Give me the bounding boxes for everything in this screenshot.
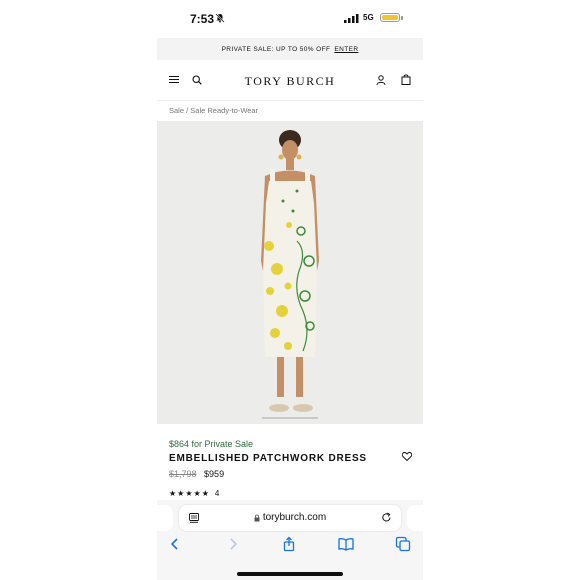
site-header: TORY BURCH	[157, 60, 423, 101]
account-icon[interactable]	[376, 75, 386, 85]
signal-icon	[344, 14, 359, 23]
promo-text: PRIVATE SALE: UP TO 50% OFF	[221, 45, 331, 53]
previous-tab-peek[interactable]	[157, 505, 173, 531]
rating-count: 4	[214, 489, 220, 498]
promo-enter-link[interactable]: ENTER	[334, 46, 358, 53]
breadcrumb-sale[interactable]: Sale	[169, 106, 184, 115]
product-info: $864 for Private Sale EMBELLISHED PATCHW…	[157, 424, 423, 504]
sale-price: $959	[204, 469, 225, 479]
reload-icon[interactable]	[381, 512, 392, 523]
bag-icon[interactable]	[401, 74, 411, 85]
private-sale-price: $864 for Private Sale	[169, 439, 254, 449]
url-container: toryburch.com	[179, 512, 401, 523]
breadcrumb-sale-ready-to-wear[interactable]: Sale Ready-to-Wear	[190, 106, 258, 115]
original-price: $1,798	[169, 469, 197, 479]
lock-icon	[254, 514, 260, 521]
back-icon[interactable]	[167, 536, 183, 552]
share-icon[interactable]	[281, 536, 297, 552]
next-tab-peek[interactable]	[407, 505, 423, 531]
status-bar: 7:53 5G	[157, 0, 423, 38]
price-row: $1,798 $959	[169, 469, 224, 479]
product-name: EMBELLISHED PATCHWORK DRESS	[169, 453, 367, 464]
status-time: 7:53	[190, 12, 215, 26]
url-text[interactable]: toryburch.com	[263, 512, 326, 523]
rating-row[interactable]: ★★★★★ 4	[169, 489, 219, 498]
bell-off-icon	[215, 13, 225, 23]
model-illustration	[261, 130, 319, 412]
promo-banner[interactable]: PRIVATE SALE: UP TO 50% OFF ENTER	[157, 38, 423, 60]
bookmarks-icon[interactable]	[338, 536, 354, 552]
forward-icon[interactable]	[225, 536, 241, 552]
address-bar[interactable]: toryburch.com	[179, 505, 401, 531]
carousel-indicator-active	[262, 417, 318, 419]
browser-toolbar	[157, 536, 423, 556]
battery-icon	[380, 13, 400, 22]
carousel-indicator[interactable]	[262, 417, 318, 419]
battery-tip	[401, 16, 403, 20]
phone-screen: 7:53 5G PRIVATE SALE: UP TO 50% OFF ENTE…	[157, 0, 423, 580]
rating-stars: ★★★★★	[169, 489, 210, 498]
tabs-icon[interactable]	[395, 536, 411, 552]
heart-icon[interactable]	[402, 452, 412, 461]
breadcrumb-separator: /	[186, 106, 189, 115]
home-indicator	[237, 572, 343, 576]
network-label: 5G	[363, 13, 374, 22]
browser-bottom-bar: toryburch.com	[157, 500, 423, 580]
breadcrumb: Sale / Sale Ready-to-Wear	[169, 106, 258, 115]
product-image[interactable]	[157, 121, 423, 424]
